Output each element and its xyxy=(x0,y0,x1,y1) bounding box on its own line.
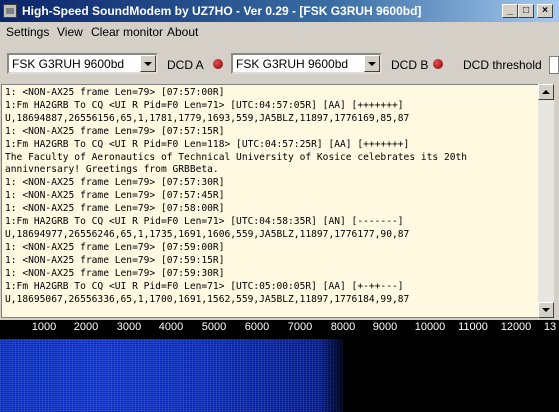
dcd-threshold-label: DCD threshold xyxy=(463,58,542,72)
frequency-tick: 13 xyxy=(543,321,557,333)
chevron-down-icon[interactable] xyxy=(140,55,156,72)
frequency-tick: 10000 xyxy=(414,321,446,333)
signal-noise-band xyxy=(0,339,343,412)
frequency-tick: 9000 xyxy=(372,321,398,333)
frequency-tick: 2000 xyxy=(73,321,99,333)
menu-bar: Settings View Clear monitor About xyxy=(0,22,559,41)
waterfall-display[interactable]: 1000 2000 3000 4000 5000 6000 7000 8000 … xyxy=(0,320,559,412)
dcd-a-led-icon xyxy=(213,59,223,69)
menu-clear-monitor[interactable]: Clear monitor xyxy=(91,25,163,39)
window-title: High-Speed SoundModem by UZ7HO - Ver 0.2… xyxy=(22,4,422,18)
menu-settings[interactable]: Settings xyxy=(6,25,49,39)
menu-about[interactable]: About xyxy=(167,25,198,39)
monitor-text: 1: <NON-AX25 frame Len=79> [07:57:00R] 1… xyxy=(5,87,468,305)
dcd-b-led-icon xyxy=(433,59,443,69)
modem-b-value: FSK G3RUH 9600bd xyxy=(236,57,349,71)
dcd-a-label: DCD A xyxy=(167,58,204,72)
frequency-tick: 12000 xyxy=(500,321,532,333)
frequency-tick: 6000 xyxy=(244,321,270,333)
dcd-b-label: DCD B xyxy=(391,58,429,72)
maximize-button[interactable]: □ xyxy=(518,4,534,18)
chevron-down-icon[interactable] xyxy=(364,55,380,72)
frequency-tick: 5000 xyxy=(201,321,227,333)
app-icon xyxy=(3,4,17,18)
scroll-up-arrow-icon[interactable] xyxy=(538,84,554,100)
scroll-down-arrow-icon[interactable] xyxy=(538,302,554,318)
menu-view[interactable]: View xyxy=(57,25,83,39)
frequency-tick: 3000 xyxy=(116,321,142,333)
frequency-tick: 11000 xyxy=(458,321,488,333)
frequency-ruler: 1000 2000 3000 4000 5000 6000 7000 8000 … xyxy=(0,320,559,338)
frequency-tick: 8000 xyxy=(330,321,356,333)
signal-noise-edge xyxy=(320,339,350,412)
close-button[interactable]: × xyxy=(537,4,553,18)
modem-a-select[interactable]: FSK G3RUH 9600bd xyxy=(7,53,158,74)
frequency-tick: 1000 xyxy=(31,321,57,333)
monitor-scrollbar[interactable] xyxy=(538,84,554,318)
frequency-tick: 4000 xyxy=(158,321,184,333)
dcd-threshold-input[interactable] xyxy=(549,56,559,74)
toolbar: FSK G3RUH 9600bd DCD A FSK G3RUH 9600bd … xyxy=(0,41,559,84)
title-bar: High-Speed SoundModem by UZ7HO - Ver 0.2… xyxy=(0,0,559,22)
modem-a-value: FSK G3RUH 9600bd xyxy=(12,57,125,71)
monitor-textarea[interactable]: 1: <NON-AX25 frame Len=79> [07:57:00R] 1… xyxy=(1,84,539,318)
minimize-button[interactable]: _ xyxy=(502,4,518,18)
frequency-tick: 7000 xyxy=(287,321,313,333)
modem-b-select[interactable]: FSK G3RUH 9600bd xyxy=(231,53,382,74)
